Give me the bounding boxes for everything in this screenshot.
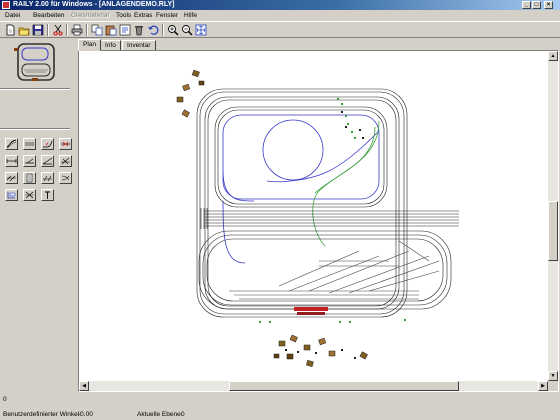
train-red-2[interactable] [297,312,325,315]
minimize-button[interactable]: _ [522,1,531,9]
angle-value: -0.00 [78,411,93,418]
menu-bar: Datei Bearbeiten Gleismaterial Tools Ext… [0,10,560,21]
track-plan-drawing[interactable] [79,51,548,381]
crossing-icon[interactable] [41,155,54,167]
tab-plan[interactable]: Plan [78,39,102,51]
vertical-scroll-thumb[interactable] [548,201,558,261]
toolbar [0,21,560,38]
x-crossing-icon[interactable] [23,189,36,201]
menu-bearbeiten[interactable]: Bearbeiten [33,10,64,21]
outer-track-loop [196,88,408,318]
toolbar-separator [47,24,49,36]
layout-preview-thumbnail[interactable] [2,40,68,86]
menu-gleismaterial[interactable]: Gleismaterial [71,10,109,21]
building-objects-bottom [273,334,368,367]
menu-tools[interactable]: Tools [116,10,131,21]
scroll-corner [548,381,558,391]
save-icon[interactable] [32,24,44,36]
train-red[interactable] [294,307,328,311]
turntable-icon[interactable] [23,172,36,184]
status-field-1: 0 [3,396,7,403]
scroll-left-icon[interactable]: ◀ [79,381,89,391]
text-icon[interactable] [41,189,54,201]
level-label: Aktuelle Ebene: [137,411,183,418]
straight-track-icon[interactable] [23,138,36,150]
small-markers-bottom [285,349,356,359]
window-title: RAILY 2.00 für Windows - [ANLAGENDEMO.RL… [13,1,175,8]
title-bar: RAILY 2.00 für Windows - [ANLAGENDEMO.RL… [0,0,560,10]
maximize-button[interactable]: □ [532,1,541,9]
delete-icon[interactable] [133,24,145,36]
bridge-icon[interactable] [41,172,54,184]
vertical-scrollbar[interactable]: ▲ ▼ [548,51,558,381]
menu-extras[interactable]: Extras [134,10,152,21]
close-button[interactable]: × [544,1,553,9]
scroll-up-icon[interactable]: ▲ [548,51,558,61]
signal-icon[interactable] [59,172,72,184]
menu-datei[interactable]: Datei [5,10,20,21]
zoom-out-icon[interactable] [181,24,193,36]
status-bar: 0 Benutzerdefinierter Winkel: -0.00 Aktu… [0,394,560,420]
menu-hilfe[interactable]: Hilfe [184,10,197,21]
layout-plan-canvas[interactable]: ▲ ▼ ◀ ▶ [78,50,559,392]
object-icon[interactable] [5,189,18,201]
left-panel [0,38,72,394]
building-objects-top [176,69,205,118]
undo-icon[interactable] [147,24,159,36]
zoom-in-icon[interactable] [167,24,179,36]
scroll-down-icon[interactable]: ▼ [548,371,558,381]
new-icon[interactable] [4,24,16,36]
buffer-icon[interactable] [5,172,18,184]
app-icon[interactable] [2,1,10,9]
siding-tracks [200,208,459,229]
toolbar-separator [162,24,164,36]
copy-icon[interactable] [91,24,103,36]
horizontal-scroll-thumb[interactable] [229,381,459,391]
horizontal-scrollbar[interactable]: ◀ ▶ [79,381,548,391]
scroll-right-icon[interactable]: ▶ [538,381,548,391]
double-slip-icon[interactable] [59,155,72,167]
print-icon[interactable] [71,24,83,36]
angle-label: Benutzerdefinierter Winkel: [3,411,82,418]
turnout-left-icon[interactable] [5,155,18,167]
green-track [312,120,380,247]
panel-divider [0,128,70,130]
toolbar-separator [66,24,68,36]
properties-icon[interactable] [119,24,131,36]
yard-tracks [229,240,440,300]
open-icon[interactable] [18,24,30,36]
toolbar-separator [86,24,88,36]
flex-track-icon[interactable] [5,138,18,150]
paste-icon[interactable] [105,24,117,36]
turnout-right-icon[interactable] [23,155,36,167]
menu-fenster[interactable]: Fenster [156,10,178,21]
switch-track-icon[interactable] [59,138,72,150]
panel-divider [0,88,70,90]
cut-icon[interactable] [52,24,64,36]
level-value: 0 [181,411,185,418]
zoom-fit-icon[interactable] [195,24,207,36]
upper-inner-loop [214,106,388,208]
curve-track-icon[interactable] [41,138,54,150]
